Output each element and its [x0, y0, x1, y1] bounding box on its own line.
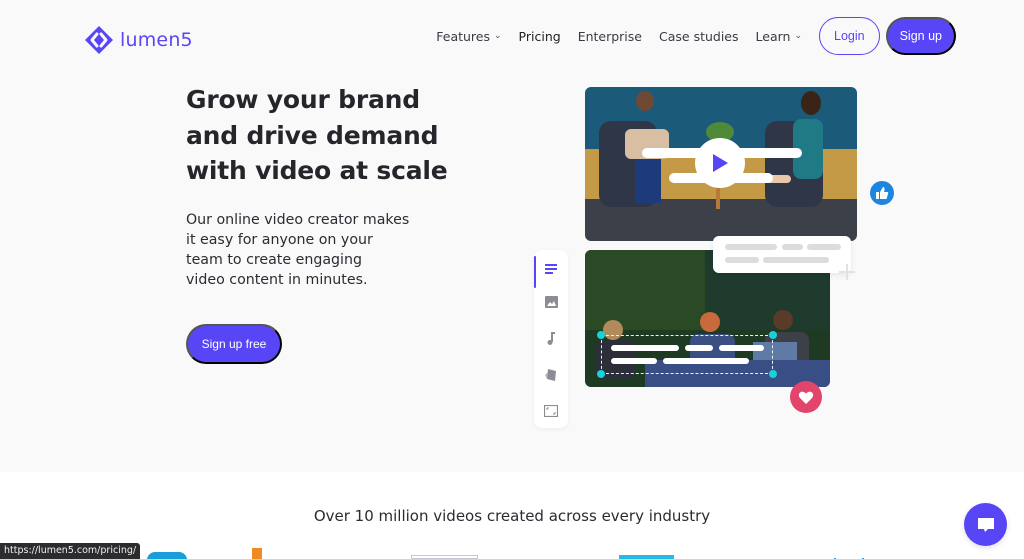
chat-launcher-button[interactable]	[964, 503, 1007, 546]
customer-logos-strip	[0, 548, 1024, 559]
social-proof-heading: Over 10 million videos created across ev…	[313, 507, 711, 525]
resize-tool[interactable]	[543, 403, 559, 419]
caption-line	[611, 345, 679, 351]
selection-box[interactable]	[601, 335, 773, 374]
text-placeholder-bubble	[713, 236, 851, 273]
hero-section	[0, 0, 1024, 472]
editor-toolbar	[534, 250, 568, 428]
hero-headline: Grow your brand and drive demand with vi…	[186, 82, 476, 189]
chevron-down-icon: ⌄	[494, 31, 502, 41]
style-icon	[545, 368, 556, 381]
headline-line: and drive demand	[186, 120, 439, 150]
top-nav: Features ⌄ Pricing Enterprise Case studi…	[436, 17, 956, 55]
nav-case-studies[interactable]: Case studies	[659, 29, 739, 44]
selection-handle[interactable]	[769, 331, 777, 339]
thumbs-up-icon	[876, 187, 889, 199]
login-button[interactable]: Login	[819, 17, 880, 55]
chat-bubble-icon	[977, 517, 994, 532]
cisco-logo	[826, 550, 872, 559]
nav-case-studies-label: Case studies	[659, 28, 739, 44]
heart-icon	[798, 391, 814, 404]
selection-handle[interactable]	[597, 331, 605, 339]
caption-line	[719, 345, 764, 351]
nav-learn-label: Learn	[755, 28, 791, 44]
nav-enterprise[interactable]: Enterprise	[578, 29, 642, 44]
video-preview-card	[585, 87, 857, 241]
caption-line	[611, 358, 657, 364]
active-tool-indicator	[534, 256, 536, 288]
subcopy-line: it easy for anyone on your	[186, 232, 373, 248]
headline-line: with video at scale	[186, 156, 448, 185]
grid-logo	[411, 555, 478, 559]
move-cross-icon	[839, 264, 855, 280]
nav-pricing[interactable]: Pricing	[519, 29, 561, 44]
nav-features[interactable]: Features ⌄	[436, 29, 501, 44]
play-button[interactable]	[695, 138, 745, 188]
signup-button[interactable]: Sign up	[885, 17, 956, 55]
brand-name: lumen5	[120, 29, 193, 51]
subcopy-line: Our online video creator makes	[186, 212, 410, 228]
image-tool[interactable]	[543, 294, 559, 310]
placeholder-line	[807, 244, 841, 250]
like-reaction	[870, 181, 894, 205]
nav-features-label: Features	[436, 28, 490, 44]
brand-logo[interactable]: lumen5	[84, 25, 193, 55]
status-bar-url: https://lumen5.com/pricing/	[0, 543, 141, 559]
resize-icon	[544, 405, 558, 417]
nav-enterprise-label: Enterprise	[577, 28, 642, 44]
nav-pricing-label: Pricing	[518, 28, 561, 44]
placeholder-line	[725, 244, 777, 250]
subcopy-line: video content in minutes.	[186, 272, 368, 288]
heart-reaction	[790, 381, 822, 413]
music-tool[interactable]	[543, 330, 559, 346]
caption-line	[663, 358, 749, 364]
orange-logo	[252, 548, 262, 559]
selection-handle[interactable]	[769, 370, 777, 378]
lumen5-logo-icon	[85, 26, 113, 54]
text-tool[interactable]	[543, 261, 559, 277]
caption-line	[685, 345, 713, 351]
placeholder-line	[763, 257, 829, 263]
blue-bar-logo	[619, 555, 674, 559]
subcopy-line: team to create engaging	[186, 252, 362, 268]
music-icon	[547, 331, 555, 345]
placeholder-line	[782, 244, 803, 250]
play-icon	[713, 154, 728, 172]
chevron-down-icon: ⌄	[794, 31, 802, 41]
headline-line: Grow your brand	[186, 85, 420, 114]
hero-subcopy: Our online video creator makes it easy f…	[186, 210, 446, 290]
signup-free-button[interactable]: Sign up free	[186, 324, 282, 364]
image-icon	[544, 296, 558, 308]
style-tool[interactable]	[543, 366, 559, 382]
text-icon	[545, 264, 557, 274]
salesforce-logo	[147, 552, 187, 559]
selection-handle[interactable]	[597, 370, 605, 378]
nav-learn[interactable]: Learn ⌄	[756, 29, 802, 44]
placeholder-line	[725, 257, 759, 263]
